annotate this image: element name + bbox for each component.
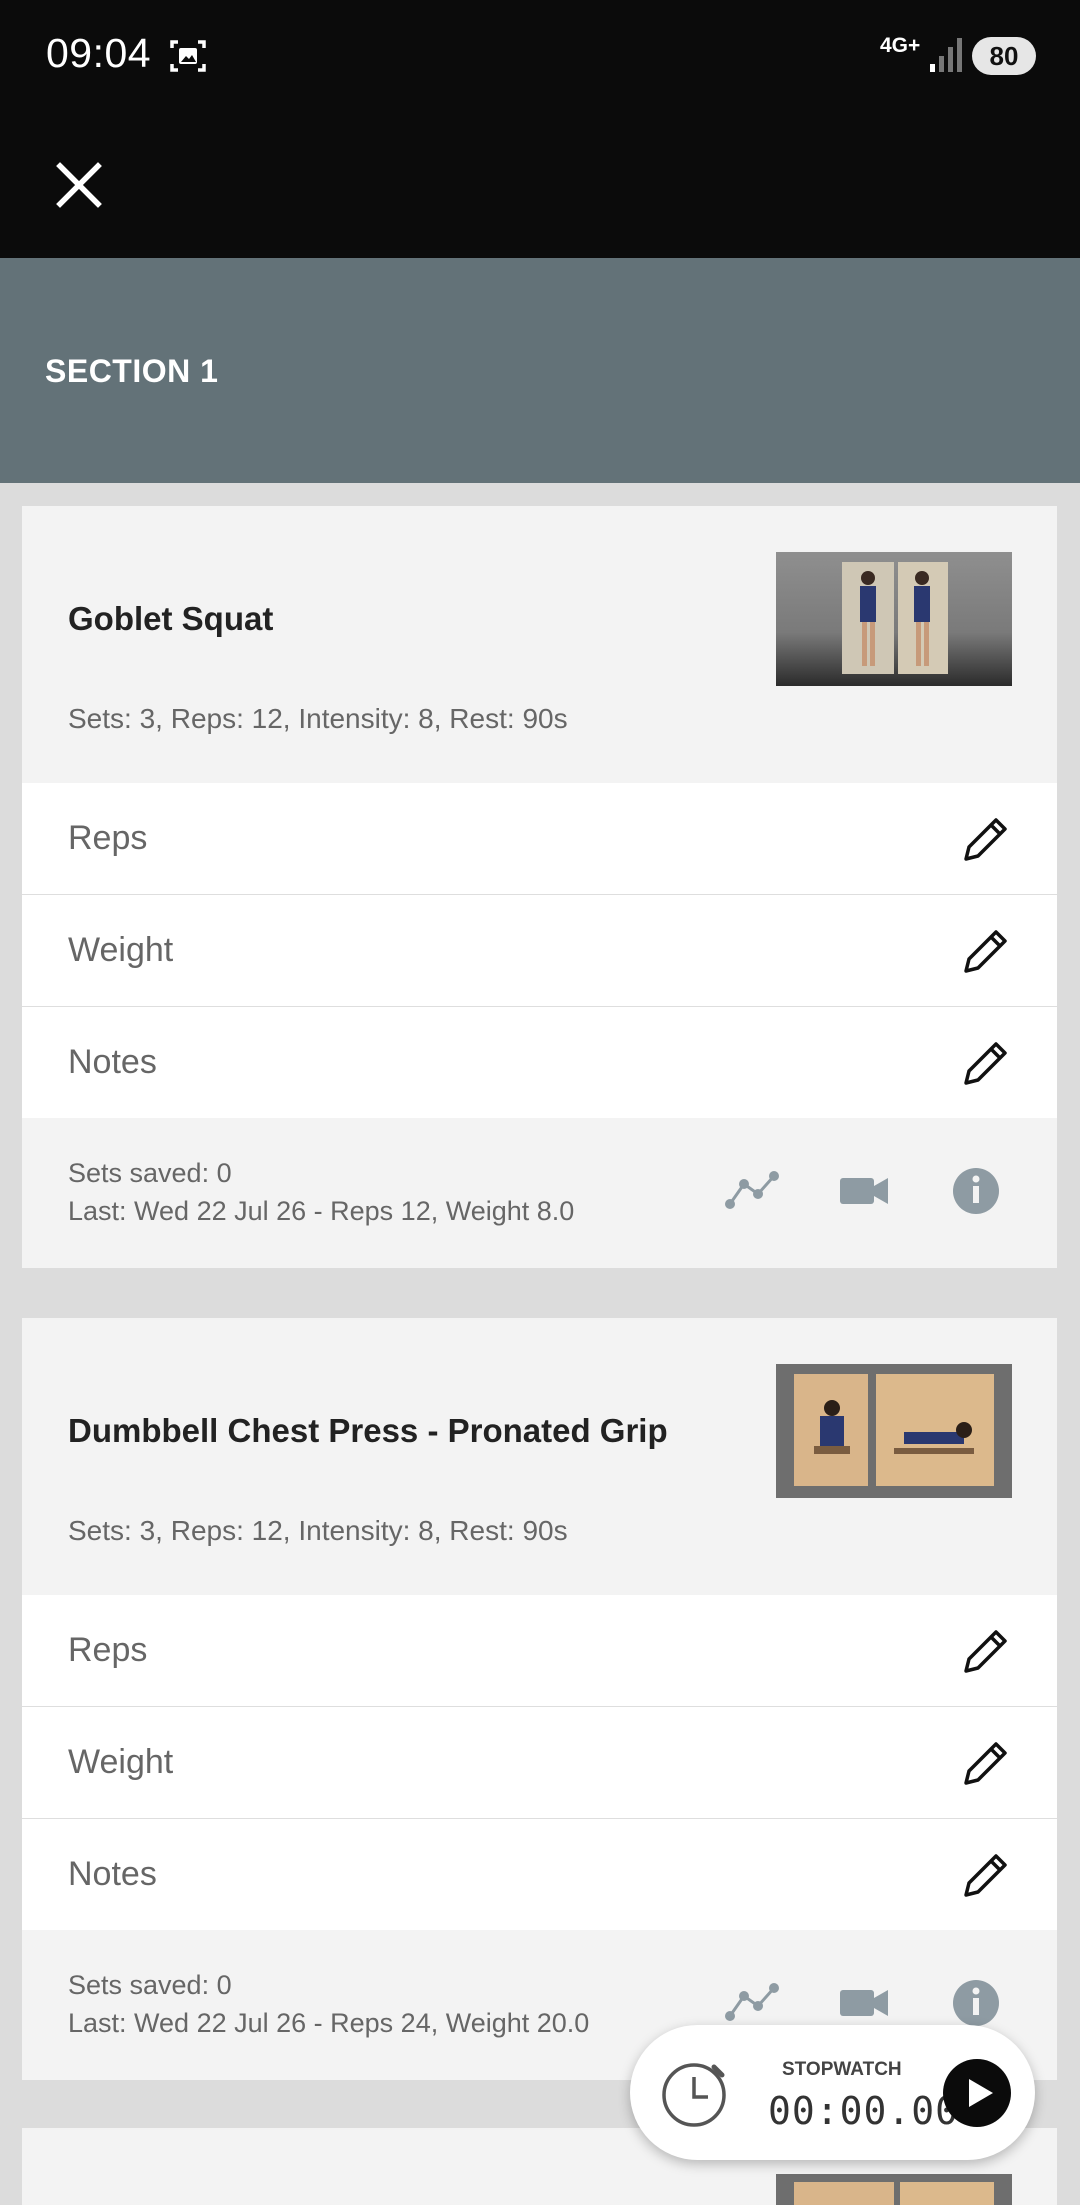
network-type: 4G+ — [880, 34, 921, 57]
exercise-thumbnail[interactable] — [776, 552, 1012, 686]
stopwatch-label: STOPWATCH — [782, 2059, 902, 2080]
pencil-icon[interactable] — [958, 1735, 1014, 1791]
signal-icon — [930, 38, 962, 72]
section-title: SECTION 1 — [45, 353, 219, 389]
last-entry: Last: Wed 22 Jul 26 - Reps 12, Weight 8.… — [68, 1196, 575, 1226]
stopwatch-icon — [662, 2063, 726, 2127]
notes-label: Notes — [68, 1043, 157, 1081]
notes-row[interactable]: Notes — [22, 1007, 1057, 1118]
weight-label: Weight — [68, 1743, 174, 1781]
play-button[interactable] — [943, 2059, 1011, 2127]
exercise-card: Dumbbell Chest Press - Pronated Grip Set… — [22, 1318, 1057, 2080]
reps-label: Reps — [68, 819, 148, 857]
battery-indicator: 80 — [972, 37, 1036, 75]
weight-row[interactable]: Weight — [22, 895, 1057, 1007]
pencil-icon[interactable] — [958, 1847, 1014, 1903]
pencil-icon[interactable] — [958, 1623, 1014, 1679]
reps-row[interactable]: Reps — [22, 1595, 1057, 1707]
pencil-icon[interactable] — [958, 811, 1014, 867]
exercise-summary: Sets: 3, Reps: 12, Intensity: 8, Rest: 9… — [68, 703, 568, 734]
reps-label: Reps — [68, 1631, 148, 1669]
pencil-icon[interactable] — [958, 1035, 1014, 1091]
chart-line-icon[interactable] — [722, 1978, 782, 2028]
notes-label: Notes — [68, 1855, 157, 1893]
exercise-header: Dumbbell Chest Press - Pronated Grip Set… — [22, 1318, 1057, 1595]
close-icon[interactable] — [48, 154, 110, 216]
info-icon[interactable] — [946, 1166, 1006, 1216]
video-camera-icon[interactable] — [834, 1166, 894, 1216]
status-bar: 09:04 4G+ 80 — [0, 0, 1080, 112]
last-entry: Last: Wed 22 Jul 26 - Reps 24, Weight 20… — [68, 2008, 590, 2038]
exercise-title: Goblet Squat — [68, 600, 274, 637]
exercise-header: Goblet Squat Sets: 3, Reps: 12, Intensit… — [22, 506, 1057, 783]
notes-row[interactable]: Notes — [22, 1819, 1057, 1930]
exercise-summary: Sets: 3, Reps: 12, Intensity: 8, Rest: 9… — [68, 1515, 568, 1546]
app-bar — [0, 112, 1080, 258]
sets-saved: Sets saved: 0 — [68, 1158, 232, 1188]
weight-row[interactable]: Weight — [22, 1707, 1057, 1819]
play-icon — [969, 2079, 993, 2107]
exercise-thumbnail[interactable] — [776, 1364, 1012, 1498]
reps-row[interactable]: Reps — [22, 783, 1057, 895]
video-camera-icon[interactable] — [834, 1978, 894, 2028]
sets-saved: Sets saved: 0 — [68, 1970, 232, 2000]
stopwatch-widget: STOPWATCH 00:00.00 — [630, 2025, 1035, 2160]
exercise-thumbnail[interactable] — [776, 2174, 1012, 2205]
exercise-footer: Sets saved: 0 Last: Wed 22 Jul 26 - Reps… — [22, 1118, 1057, 1268]
status-time: 09:04 — [46, 30, 152, 76]
exercise-title: Dumbbell Chest Press - Pronated Grip — [68, 1412, 668, 1449]
pencil-icon[interactable] — [958, 923, 1014, 979]
exercise-card: Goblet Squat Sets: 3, Reps: 12, Intensit… — [22, 506, 1057, 1268]
weight-label: Weight — [68, 931, 174, 969]
stopwatch-time: 00:00.00 — [768, 2089, 960, 2133]
info-icon[interactable] — [946, 1978, 1006, 2028]
section-header: SECTION 1 — [0, 258, 1080, 483]
screenshot-icon — [170, 40, 206, 72]
chart-line-icon[interactable] — [722, 1166, 782, 1216]
